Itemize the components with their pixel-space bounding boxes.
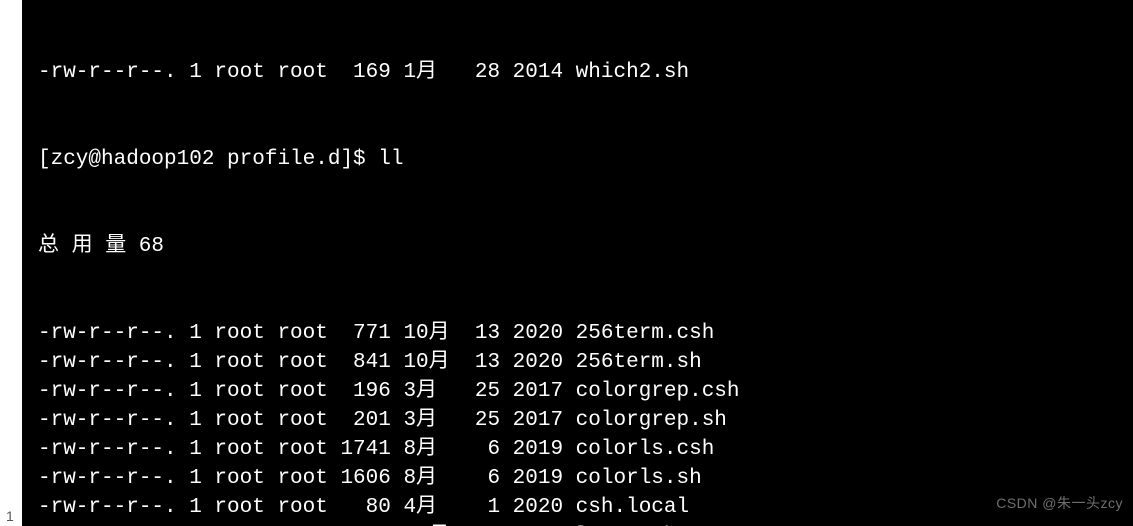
file-row: -rw-r--r--. 1 root root 196 3月 25 2017 c…: [38, 377, 1133, 406]
shell-prompt[interactable]: [zcy@hadoop102 profile.d]$ ll: [38, 145, 1133, 174]
file-row: -rw-r--r--. 1 root root 771 10月 13 2020 …: [38, 319, 1133, 348]
file-row: -rw-r--r--. 1 root root 201 3月 25 2017 c…: [38, 406, 1133, 435]
file-row: -rw-r--r--. 1 root root 1706 10月 13 2020…: [38, 522, 1133, 526]
file-row: -rw-r--r--. 1 root root 80 4月 1 2020 csh…: [38, 493, 1133, 522]
line-number: 1: [6, 508, 14, 524]
cut-line-top: -rw-r--r--. 1 root root 169 1月 28 2014 w…: [38, 58, 1133, 87]
file-listing: -rw-r--r--. 1 root root 771 10月 13 2020 …: [38, 319, 1133, 526]
file-row: -rw-r--r--. 1 root root 841 10月 13 2020 …: [38, 348, 1133, 377]
total-line: 总 用 量 68: [38, 232, 1133, 261]
file-row: -rw-r--r--. 1 root root 1741 8月 6 2019 c…: [38, 435, 1133, 464]
terminal-output: -rw-r--r--. 1 root root 169 1月 28 2014 w…: [0, 0, 1133, 526]
editor-gutter: 1: [0, 0, 22, 526]
file-row: -rw-r--r--. 1 root root 1606 8月 6 2019 c…: [38, 464, 1133, 493]
watermark: CSDN @朱一头zcy: [996, 489, 1123, 518]
